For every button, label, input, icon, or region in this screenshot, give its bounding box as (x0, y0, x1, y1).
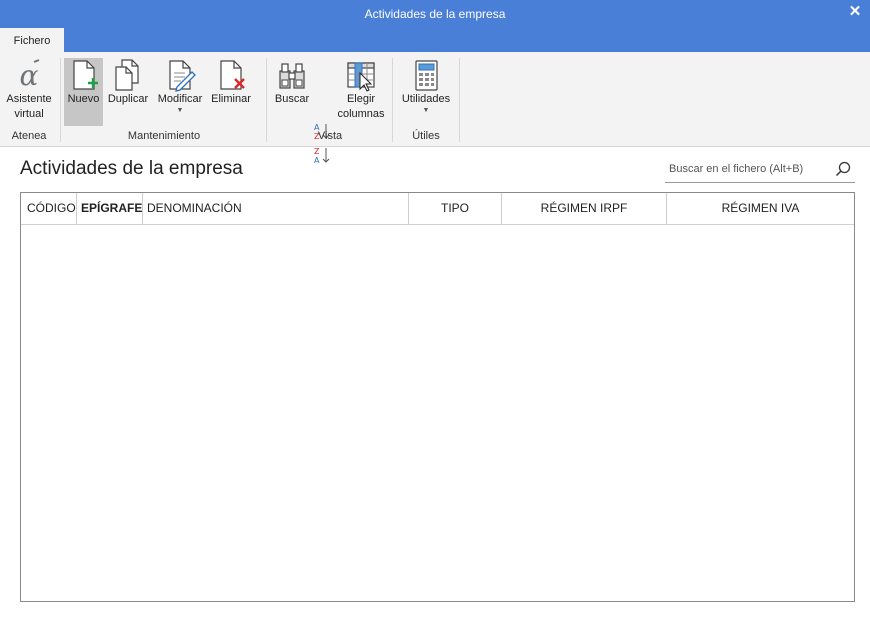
column-header-regimen-irpf[interactable]: RÉGIMEN IRPF (502, 193, 667, 224)
sort-descending-icon[interactable]: Z A (313, 146, 331, 166)
ribbon: α Asistente virtual Atenea Nuevo Duplica… (0, 52, 870, 165)
elegir-columnas-button[interactable]: Elegir columnas (334, 58, 388, 122)
svg-text:α: α (20, 59, 39, 92)
eliminar-button[interactable]: Eliminar (208, 58, 254, 107)
sort-desc-bottom-letter: A (314, 156, 320, 165)
modificar-label: Modificar (157, 93, 203, 105)
asistente-virtual-button[interactable]: α Asistente virtual (2, 58, 56, 122)
column-header-codigo[interactable]: CÓDIGO (21, 193, 77, 224)
modificar-dropdown-icon[interactable]: ▼ (154, 107, 206, 115)
ribbon-separator (60, 58, 61, 142)
tab-fichero[interactable]: Fichero (0, 28, 64, 52)
activities-table[interactable]: CÓDIGO EPÍGRAFE DENOMINACIÓN TIPO RÉGIME… (20, 192, 855, 602)
buscar-label: Buscar (274, 93, 310, 105)
ribbon-separator (459, 58, 460, 142)
asistente-label-1: Asistente (6, 93, 52, 105)
window-title: Actividades de la empresa (364, 7, 506, 21)
ribbon-separator (266, 58, 267, 142)
nuevo-button[interactable]: Nuevo (64, 58, 103, 126)
search-box[interactable] (665, 157, 855, 183)
choose-columns-icon (347, 62, 375, 92)
column-header-epigrafe[interactable]: EPÍGRAFE (77, 193, 143, 224)
group-label-vista: Vista (317, 130, 343, 142)
search-icon[interactable] (835, 161, 851, 177)
binoculars-icon (279, 63, 305, 89)
asistente-label-2: virtual (14, 108, 44, 120)
utilidades-dropdown-icon[interactable]: ▼ (396, 107, 456, 115)
table-header: CÓDIGO EPÍGRAFE DENOMINACIÓN TIPO RÉGIME… (21, 193, 854, 225)
duplicate-icon (115, 59, 139, 91)
group-label-utiles: Útiles (412, 130, 440, 142)
group-label-mantenimiento: Mantenimiento (127, 130, 201, 142)
edit-document-icon (169, 60, 196, 92)
new-document-icon (72, 60, 98, 90)
page-title: Actividades de la empresa (20, 158, 243, 179)
title-bar: Actividades de la empresa ✕ (0, 0, 870, 28)
sort-desc-top-letter: Z (314, 147, 320, 156)
close-icon[interactable]: ✕ (846, 3, 864, 21)
search-input[interactable] (669, 161, 829, 177)
group-label-atenea: Atenea (11, 130, 47, 142)
duplicar-label: Duplicar (107, 93, 149, 105)
column-header-tipo[interactable]: TIPO (409, 193, 502, 224)
nuevo-label: Nuevo (67, 93, 100, 105)
eliminar-label: Eliminar (211, 93, 251, 105)
column-header-denominacion[interactable]: DENOMINACIÓN (143, 193, 409, 224)
buscar-button[interactable]: Buscar (272, 58, 312, 107)
alpha-icon: α (20, 59, 40, 92)
ribbon-separator (392, 58, 393, 142)
duplicar-button[interactable]: Duplicar (105, 58, 151, 107)
utilidades-label: Utilidades (401, 93, 451, 105)
column-header-regimen-iva[interactable]: RÉGIMEN IVA (667, 193, 854, 224)
ribbon-tabstrip: Fichero (0, 28, 870, 52)
modificar-button[interactable]: Modificar ▼ (154, 58, 206, 115)
elegir-label-2: columnas (337, 108, 385, 120)
calculator-icon (415, 60, 438, 91)
delete-document-icon (220, 60, 245, 90)
elegir-label-1: Elegir (346, 93, 376, 105)
utilidades-button[interactable]: Utilidades ▼ (396, 58, 456, 115)
